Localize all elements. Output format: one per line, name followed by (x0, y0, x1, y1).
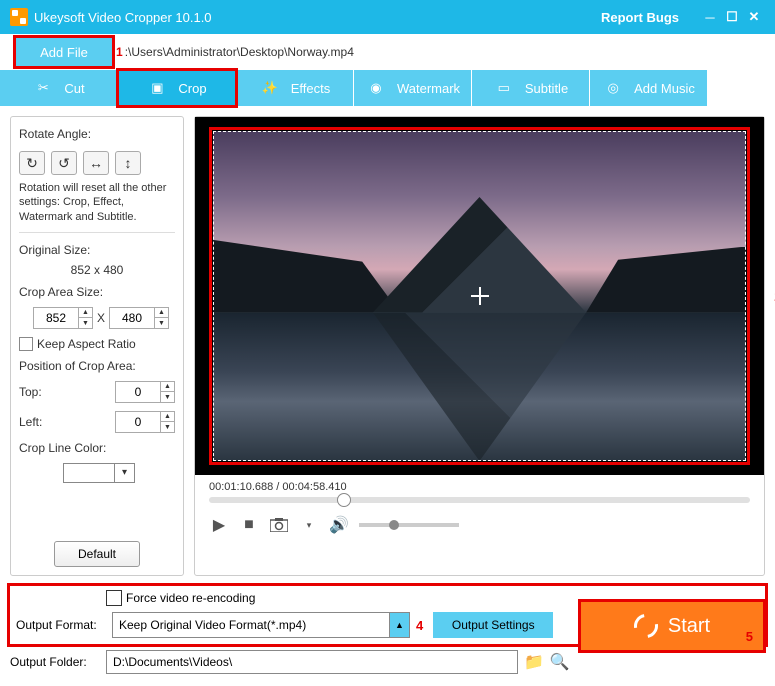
tab-bar: ✂ Cut ▣ Crop ✨ Effects ◉ Watermark ▭ Sub… (0, 70, 775, 106)
keep-aspect-ratio-label: Keep Aspect Ratio (37, 337, 136, 351)
music-icon: ◎ (602, 77, 624, 99)
close-button[interactable]: ✕ (743, 9, 765, 25)
force-reencode-label: Force video re-encoding (126, 591, 255, 605)
tab-effects[interactable]: ✨ Effects (236, 70, 354, 106)
original-size-label: Original Size: (19, 243, 175, 257)
seek-thumb[interactable] (337, 493, 351, 507)
crop-width-spinner[interactable]: ▲▼ (79, 307, 93, 329)
crop-height-input[interactable] (109, 307, 155, 329)
rotate-ccw-button[interactable]: ↺ (51, 151, 77, 175)
annotation-4: 4 (416, 618, 423, 633)
flip-vertical-button[interactable]: ↕ (115, 151, 141, 175)
tab-watermark[interactable]: ◉ Watermark (354, 70, 472, 106)
crop-settings-panel: Rotate Angle: ↻ ↺ ↔ ↕ Rotation will rese… (10, 116, 184, 576)
tab-subtitle[interactable]: ▭ Subtitle (472, 70, 590, 106)
crop-icon: ▣ (146, 77, 168, 99)
preview-panel: 2 00:01:10.688 / 00:04:58.410 ▶ ■ ▾ 🔊 (194, 116, 765, 576)
rotate-angle-label: Rotate Angle: (19, 127, 175, 141)
crop-area-size-label: Crop Area Size: (19, 285, 175, 299)
report-bugs-link[interactable]: Report Bugs (601, 10, 679, 25)
app-title: Ukeysoft Video Cropper 10.1.0 (34, 10, 212, 25)
subtitle-icon: ▭ (493, 77, 515, 99)
watermark-icon: ◉ (365, 77, 387, 99)
annotation-5: 5 (746, 629, 753, 644)
output-folder-input[interactable] (106, 650, 518, 674)
output-format-combo[interactable] (112, 612, 390, 638)
crop-line-color-label: Crop Line Color: (19, 441, 175, 455)
snapshot-button[interactable] (269, 515, 289, 535)
crop-line-color-swatch[interactable] (63, 463, 115, 483)
maximize-button[interactable]: ☐ (721, 9, 743, 25)
seek-slider[interactable] (209, 497, 750, 503)
file-path: :\Users\Administrator\Desktop\Norway.mp4 (125, 45, 354, 59)
effects-icon: ✨ (259, 77, 281, 99)
title-bar: Ukeysoft Video Cropper 10.1.0 Report Bug… (0, 0, 775, 34)
stop-button[interactable]: ■ (239, 515, 259, 535)
crosshair-icon (471, 287, 489, 305)
file-row: Add File 1 :\Users\Administrator\Desktop… (0, 34, 775, 70)
open-folder-icon[interactable]: 🔍 (550, 652, 570, 672)
app-logo-icon (10, 8, 28, 26)
original-size-value: 852 x 480 (19, 263, 175, 277)
keep-aspect-ratio-checkbox[interactable] (19, 337, 33, 351)
default-button[interactable]: Default (54, 541, 140, 567)
video-preview[interactable] (195, 117, 764, 475)
flip-horizontal-button[interactable]: ↔ (83, 151, 109, 175)
add-file-button[interactable]: Add File (16, 38, 112, 66)
rotate-cw-button[interactable]: ↻ (19, 151, 45, 175)
output-settings-button[interactable]: Output Settings (433, 612, 553, 638)
output-format-label: Output Format: (16, 618, 108, 632)
volume-thumb[interactable] (389, 520, 399, 530)
crop-left-spinner[interactable]: ▲▼ (161, 411, 175, 433)
browse-folder-icon[interactable]: 📁 (524, 652, 544, 672)
left-label: Left: (19, 415, 59, 429)
rotation-note: Rotation will reset all the other settin… (19, 181, 175, 224)
refresh-icon (629, 609, 662, 642)
force-reencode-checkbox[interactable] (106, 590, 122, 606)
annotation-1: 1 (116, 45, 123, 59)
minimize-button[interactable]: ─ (699, 10, 721, 25)
scissors-icon: ✂ (32, 77, 54, 99)
tab-addmusic[interactable]: ◎ Add Music (590, 70, 708, 106)
volume-slider[interactable] (359, 523, 459, 527)
tab-cut[interactable]: ✂ Cut (0, 70, 118, 106)
start-button[interactable]: Start 5 (581, 602, 763, 650)
crop-left-input[interactable] (115, 411, 161, 433)
crop-line-color-dropdown[interactable]: ▾ (115, 463, 135, 483)
crop-height-spinner[interactable]: ▲▼ (155, 307, 169, 329)
top-label: Top: (19, 385, 59, 399)
crop-top-input[interactable] (115, 381, 161, 403)
tab-crop[interactable]: ▣ Crop (118, 70, 236, 106)
play-button[interactable]: ▶ (209, 515, 229, 535)
snapshot-menu-icon[interactable]: ▾ (299, 515, 319, 535)
output-folder-label: Output Folder: (10, 655, 102, 669)
volume-icon[interactable]: 🔊 (329, 515, 349, 535)
timecode-display: 00:01:10.688 / 00:04:58.410 (195, 475, 764, 495)
crop-width-input[interactable] (33, 307, 79, 329)
output-format-dropdown-button[interactable]: ▲ (390, 612, 410, 638)
crop-top-spinner[interactable]: ▲▼ (161, 381, 175, 403)
crop-position-label: Position of Crop Area: (19, 359, 175, 373)
